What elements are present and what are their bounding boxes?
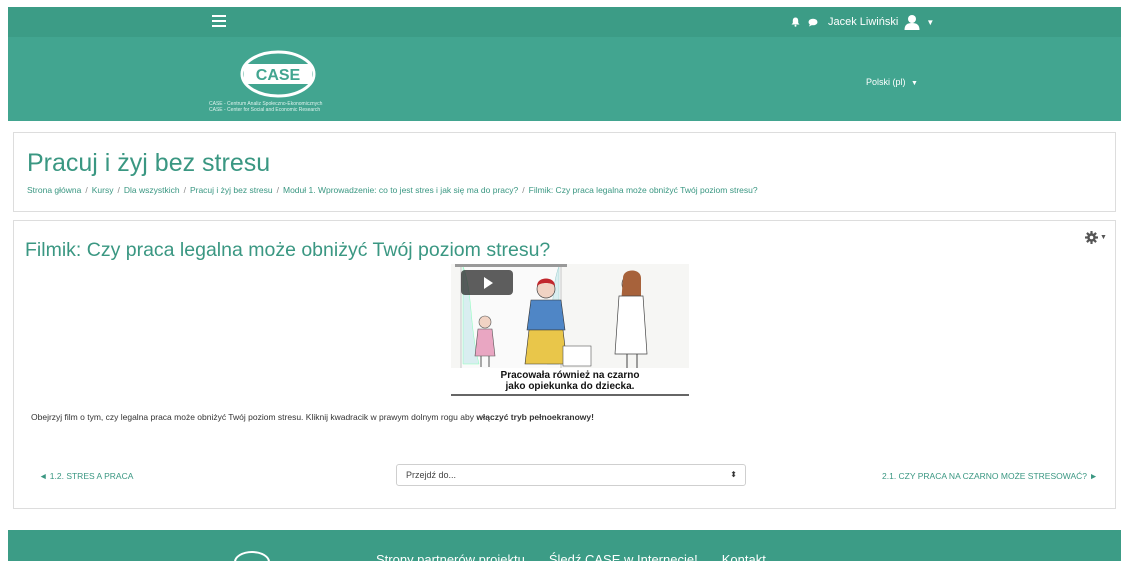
video-subtitle-line-1: Pracowała również na czarno xyxy=(500,370,640,381)
breadcrumb-separator: / xyxy=(85,185,88,195)
language-selector[interactable]: Polski (pl) ▼ xyxy=(866,77,918,87)
user-menu-area: Jacek Liwiński ▼ xyxy=(790,13,934,31)
footer-links: Strony partnerów projektu Śledź CASE w I… xyxy=(376,552,766,561)
breadcrumb-home[interactable]: Strona główna xyxy=(27,185,81,195)
user-name[interactable]: Jacek Liwiński xyxy=(828,16,898,28)
video-subtitle: Pracowała również na czarno jako opiekun… xyxy=(451,370,689,392)
settings-menu[interactable]: ▼ xyxy=(1085,229,1107,245)
breadcrumb-separator: / xyxy=(276,185,279,195)
description-text: Obejrzyj film o tym, czy legalna praca m… xyxy=(31,412,477,422)
previous-activity-link[interactable]: ◄ 1.2. STRES A PRACA xyxy=(39,471,133,481)
video-subtitle-line-2: jako opiekunka do dziecka. xyxy=(505,381,635,392)
footer-case-logo[interactable] xyxy=(234,551,270,561)
breadcrumb-separator: / xyxy=(117,185,120,195)
breadcrumb-course[interactable]: Pracuj i żyj bez stresu xyxy=(190,185,273,195)
settings-caret-icon: ▼ xyxy=(1100,233,1107,241)
video-player[interactable]: Pracowała również na czarno jako opiekun… xyxy=(451,264,689,398)
user-avatar-icon[interactable] xyxy=(904,14,920,30)
footer-link-follow[interactable]: Śledź CASE w Internecie! xyxy=(549,552,698,561)
logo-caption-line-2: CASE - Center for Social and Economic Re… xyxy=(209,107,321,113)
language-label: Polski (pl) xyxy=(866,77,906,87)
breadcrumb-module[interactable]: Moduł 1. Wprowadzenie: co to jest stres … xyxy=(283,185,518,195)
activity-content-card: ▼ Filmik: Czy praca legalna może obniżyć… xyxy=(13,220,1116,509)
breadcrumb-separator: / xyxy=(183,185,186,195)
hamburger-menu-icon[interactable] xyxy=(212,15,226,27)
gear-icon[interactable] xyxy=(1085,230,1098,244)
notifications-bell-icon[interactable] xyxy=(790,17,800,27)
page-title: Pracuj i żyj bez stresu xyxy=(27,149,271,177)
video-play-button[interactable] xyxy=(461,270,513,295)
video-progress-bar xyxy=(451,394,689,396)
case-logo[interactable]: CASE xyxy=(228,49,328,99)
user-menu-caret-icon[interactable]: ▼ xyxy=(926,18,934,27)
logo-caption: CASE - Centrum Analiz Społeczno-Ekonomic… xyxy=(209,101,322,113)
activity-title: Filmik: Czy praca legalna może obniżyć T… xyxy=(25,239,551,261)
activity-description: Obejrzyj film o tym, czy legalna praca m… xyxy=(31,412,594,422)
breadcrumb-separator: / xyxy=(522,185,525,195)
next-activity-link[interactable]: 2.1. CZY PRACA NA CZARNO MOŻE STRESOWAĆ?… xyxy=(882,471,1098,481)
select-arrows-icon: ⬍ xyxy=(730,470,737,479)
breadcrumb-category[interactable]: Dla wszystkich xyxy=(124,185,180,195)
description-bold-text: włączyć tryb pełnoekranowy! xyxy=(476,412,594,422)
messages-chat-icon[interactable] xyxy=(808,17,818,27)
site-footer: Strony partnerów projektu Śledź CASE w I… xyxy=(8,530,1121,561)
top-navbar: Jacek Liwiński ▼ xyxy=(8,7,1121,37)
jump-to-placeholder: Przejdź do... xyxy=(406,470,457,480)
breadcrumb-courses[interactable]: Kursy xyxy=(92,185,114,195)
jump-to-select[interactable]: Przejdź do... ⬍ xyxy=(396,464,746,486)
svg-text:CASE: CASE xyxy=(256,67,301,84)
site-header: CASE CASE - Centrum Analiz Społeczno-Eko… xyxy=(8,37,1121,121)
footer-link-partners[interactable]: Strony partnerów projektu xyxy=(376,552,525,561)
page-header-card: Pracuj i żyj bez stresu Strona główna / Ku… xyxy=(13,132,1116,212)
footer-link-contact[interactable]: Kontakt xyxy=(722,552,766,561)
play-icon xyxy=(484,276,493,289)
breadcrumb: Strona główna / Kursy / Dla wszystkich / Pracu… xyxy=(27,185,758,195)
language-caret-icon: ▼ xyxy=(911,80,918,87)
breadcrumb-current[interactable]: Filmik: Czy praca legalna może obniżyć T… xyxy=(529,185,758,195)
